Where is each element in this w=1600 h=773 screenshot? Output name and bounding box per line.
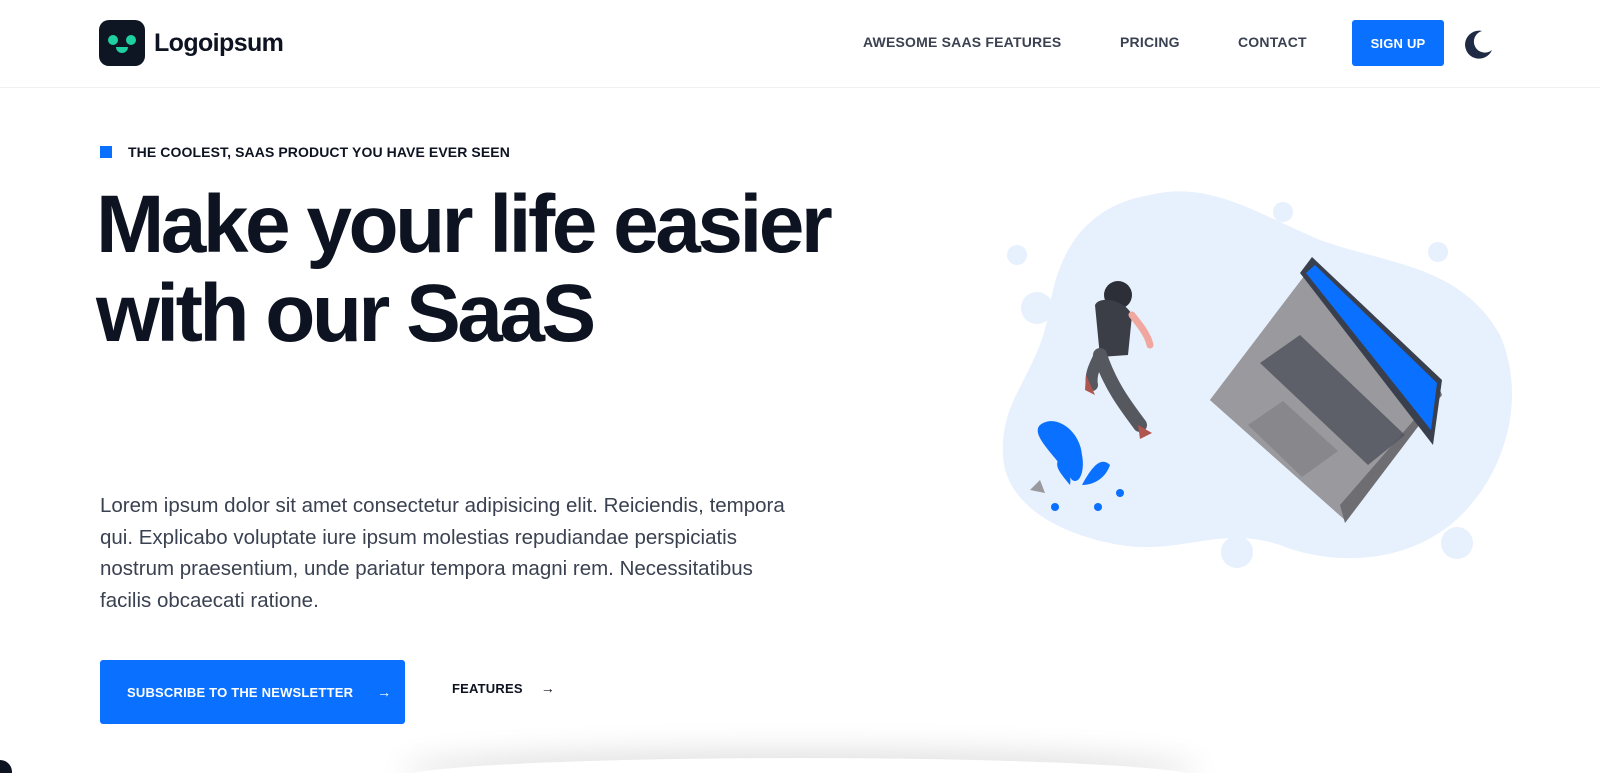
decor-circle [1221, 536, 1253, 568]
nav-link-pricing[interactable]: PRICING [1120, 34, 1180, 50]
decor-circle [1441, 527, 1473, 559]
content-card-shadow [400, 758, 1200, 773]
eyebrow-text: THE COOLEST, SAAS PRODUCT YOU HAVE EVER … [128, 144, 510, 160]
sign-up-button[interactable]: SIGN UP [1352, 20, 1444, 66]
arrow-right-icon: → [377, 684, 392, 700]
decor-circle [1007, 245, 1027, 265]
eyebrow-square-icon [100, 146, 112, 158]
logo[interactable]: Logoipsum [99, 20, 284, 66]
decor-circle [1428, 242, 1448, 262]
nav-link-contact[interactable]: CONTACT [1238, 34, 1307, 50]
nav-link-features[interactable]: AWESOME SAAS FEATURES [863, 34, 1061, 50]
logo-text: Logoipsum [154, 28, 284, 57]
features-link[interactable]: FEATURES → [452, 680, 555, 696]
arrow-right-icon: → [540, 680, 555, 696]
moon-icon[interactable] [1462, 28, 1494, 60]
hero-description: Lorem ipsum dolor sit amet consectetur a… [100, 494, 785, 612]
hero-eyebrow: THE COOLEST, SAAS PRODUCT YOU HAVE EVER … [100, 144, 510, 160]
logo-icon [99, 20, 145, 66]
features-link-label: FEATURES [452, 680, 523, 696]
site-header: Logoipsum AWESOME SAAS FEATURES PRICING … [0, 0, 1600, 88]
page-corner [0, 760, 12, 773]
hero-headline: Make your life easier with our SaaS [96, 179, 833, 359]
hero-illustration [1002, 191, 1512, 568]
decor-circle [1021, 292, 1053, 324]
decor-circle [1273, 202, 1293, 222]
subscribe-newsletter-button[interactable]: SUBSCRIBE TO THE NEWSLETTER → [100, 660, 405, 724]
subscribe-newsletter-label: SUBSCRIBE TO THE NEWSLETTER [127, 684, 354, 700]
